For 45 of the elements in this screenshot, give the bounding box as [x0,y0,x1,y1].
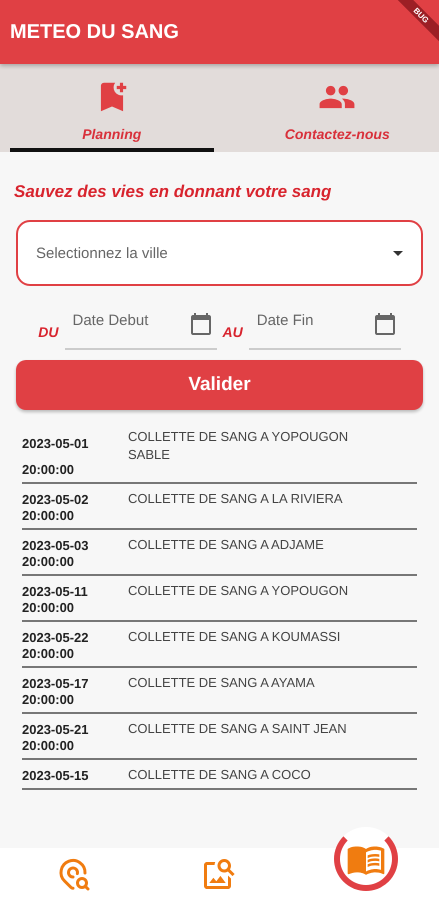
event-time: 20:00:00 [22,692,76,708]
event-row[interactable]: 2023-05-11 20:00:00 COLLETTE DE SANG A YOPOUGON [22,576,417,622]
dropdown-caret-icon [393,250,403,256]
event-time: 20:00:00 [22,738,76,754]
event-time: 20:00:00 [22,554,76,570]
event-title: COLLETTE DE SANG A COCO [128,766,311,784]
event-title: COLLETTE DE SANG A AYAMA [128,674,315,692]
event-row[interactable]: 2023-05-21 20:00:00 COLLETTE DE SANG A SAINT JEAN [22,714,417,760]
event-date: 2023-05-03 [22,538,90,554]
event-date: 2023-05-11 [22,584,89,600]
event-title: COLLETTE DE SANG A YOPOUGON SABLE [128,428,350,464]
event-title: COLLETTE DE SANG A ADJAME [128,536,324,554]
event-title: COLLETTE DE SANG A KOUMASSI [128,628,340,646]
app-title: METEO DU SANG [10,20,179,44]
heading: Sauvez des vies en donnant votre sang [14,182,332,202]
event-time: 20:00:00 [22,646,76,662]
to-label: AU [222,324,243,340]
event-row[interactable]: 2023-05-22 20:00:00 COLLETTE DE SANG A KOUMASSI [22,622,417,668]
tab[interactable]: Contactez-nous [236,64,439,152]
event-date: 2023-05-01 [22,436,90,452]
event-time: 20:00:00 [22,462,76,478]
event-row[interactable]: 2023-05-03 20:00:00 COLLETTE DE SANG A ADJAME [22,530,417,576]
calendar-icon[interactable] [188,312,212,336]
image-search-icon [201,856,238,892]
event-date: 2023-05-22 [22,630,90,646]
event-date: 2023-05-21 [22,722,90,738]
calendar-icon[interactable] [372,312,397,336]
event-title: COLLETTE DE SANG A SAINT JEAN [128,720,347,738]
end-date-field[interactable]: Date Fin [248,308,401,350]
event-row[interactable]: 2023-05-15 COLLETTE DE SANG A COCO [22,760,417,790]
event-time: 20:00:00 [22,600,76,616]
event-title: COLLETTE DE SANG A LA RIVIERA [128,490,343,508]
event-title: COLLETTE DE SANG A YOPOUGON [128,582,348,600]
event-date: 2023-05-17 [22,676,90,692]
start-date-field[interactable]: Date Debut [64,308,216,350]
event-time: 20:00:00 [22,508,76,524]
event-date: 2023-05-02 [22,492,90,508]
event-row[interactable]: 2023-05-02 20:00:00 COLLETTE DE SANG A LA RIVIERA [22,484,417,530]
from-label: DU [38,324,58,340]
event-date: 2023-05-15 [22,768,90,784]
tab[interactable]: Planning [10,64,214,152]
validate-button[interactable]: Valider [16,360,423,410]
event-row[interactable]: 2023-05-17 20:00:00 COLLETTE DE SANG A AYAMA [22,668,417,714]
event-row[interactable]: 2023-05-01 20:00:00 COLLETTE DE SANG A YOPOUGON SABLE [22,422,417,484]
city-select[interactable]: Selectionnez la ville [16,220,423,286]
